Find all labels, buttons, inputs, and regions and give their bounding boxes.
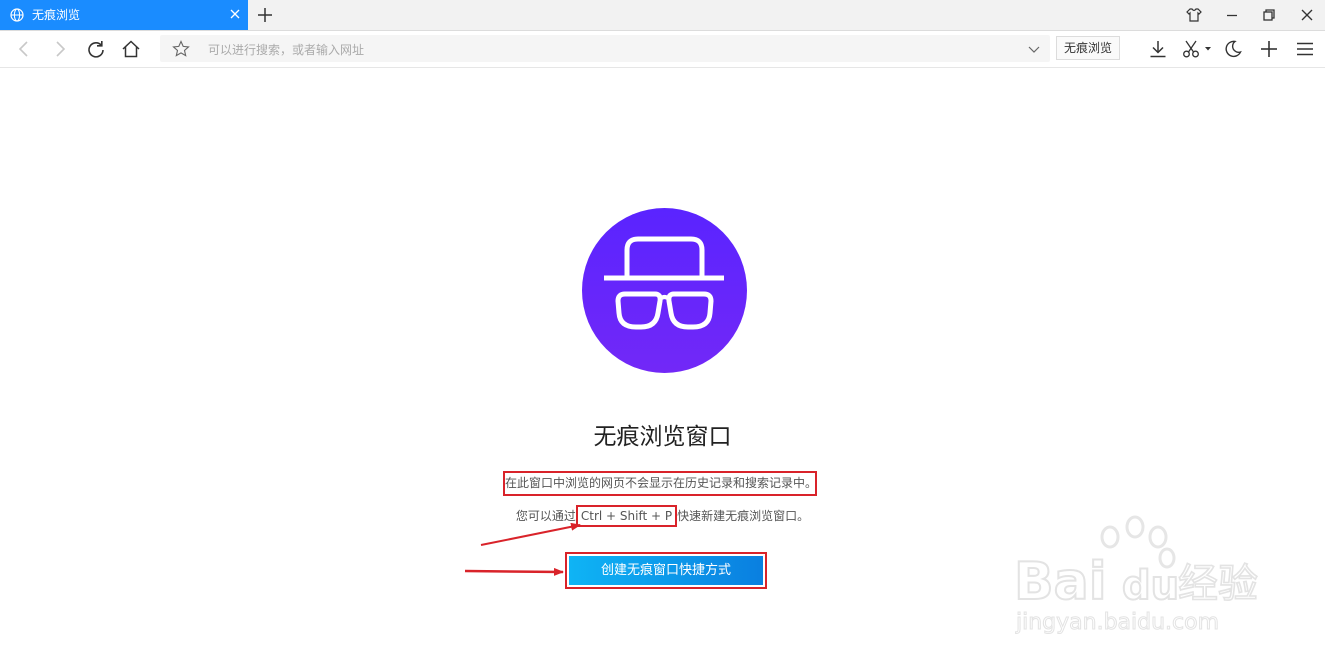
arrow-to-shortcut (480, 522, 581, 546)
watermark-brand-right: du (1122, 563, 1179, 609)
arrow-to-create-button (464, 567, 564, 576)
baidu-jingyan-watermark: Bai du 经验 jingyan.baidu.com (1013, 515, 1259, 636)
watermark-url: jingyan.baidu.com (1015, 610, 1219, 635)
watermark-brand-cn: 经验 (1178, 561, 1258, 607)
baidu-paw-logo (1100, 515, 1176, 569)
watermark-brand-left: Bai (1014, 552, 1107, 612)
